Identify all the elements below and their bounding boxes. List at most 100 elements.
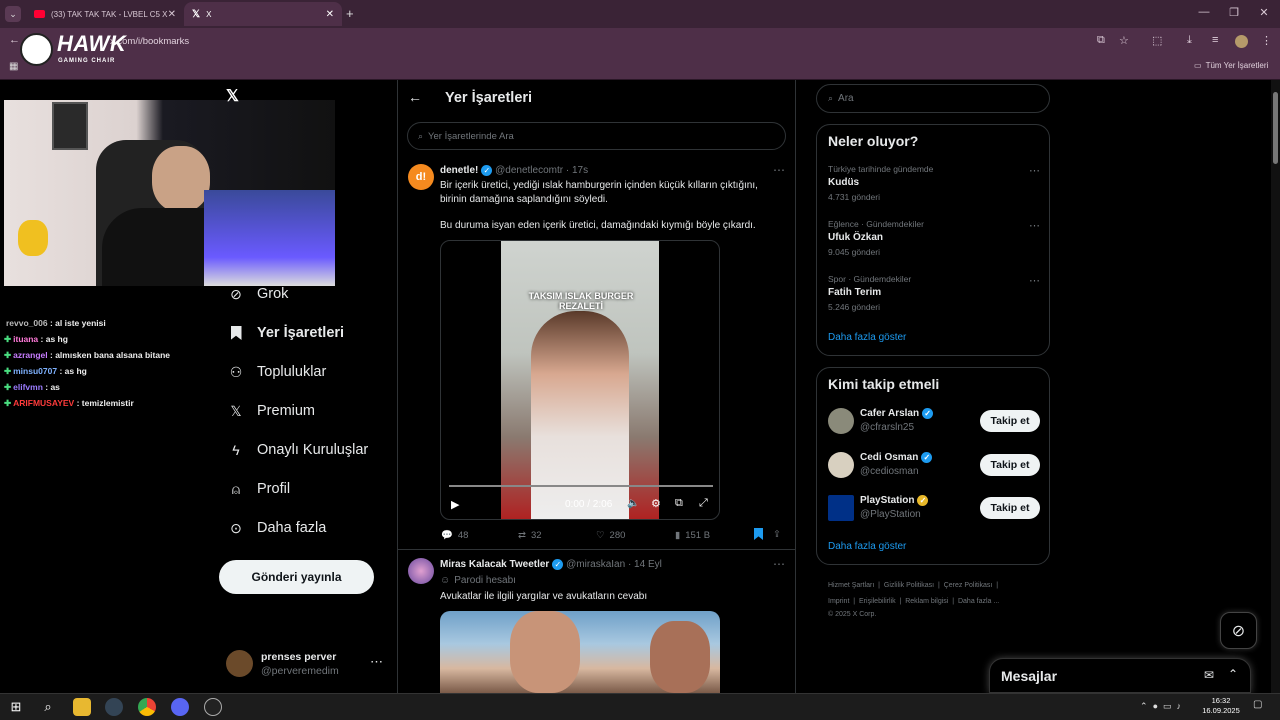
trend-item[interactable]: Türkiye tarihinde gündemde Kudüs 4.731 gön… <box>828 164 1040 212</box>
tweet-author-name[interactable]: denetle! <box>440 165 478 176</box>
tweet-avatar[interactable] <box>408 558 434 584</box>
chat-username[interactable]: azrangel <box>13 350 48 360</box>
like-button[interactable]: ♡ 280 <box>596 530 625 541</box>
notifications-icon[interactable]: ▢ <box>1253 699 1262 710</box>
tweet-avatar[interactable]: d! <box>408 164 434 190</box>
media-icon[interactable]: ≡ <box>1212 34 1218 46</box>
tweet-time[interactable]: · 17s <box>566 165 588 176</box>
nav-item-4[interactable]: ϟ Onaylı Kuruluşlar <box>228 437 368 463</box>
trend-item[interactable]: Eğlence · Gündemdekiler Ufuk Özkan 9.045 g… <box>828 219 1040 267</box>
all-bookmarks-folder[interactable]: ▭ Tüm Yer İşaretleri <box>1194 61 1268 70</box>
star-icon[interactable]: ☆ <box>1119 34 1129 47</box>
fullscreen-icon[interactable]: ⤢ <box>699 497 708 510</box>
scrollbar-thumb[interactable] <box>1273 92 1278 164</box>
windows-start-icon[interactable]: ⊞ <box>7 698 25 716</box>
follow-name[interactable]: Cafer Arslan <box>860 408 919 419</box>
trend-more-icon[interactable]: ⋯ <box>1029 164 1040 177</box>
nav-item-5[interactable]: ⍝ Profil <box>228 476 290 502</box>
follow-button[interactable]: Takip et <box>980 453 1040 476</box>
bookmark-filled-icon[interactable] <box>754 528 763 540</box>
search-input[interactable]: ⌕ Ara <box>816 84 1050 113</box>
footer-link[interactable]: Gizlilik Politikası <box>884 582 934 589</box>
follow-suggestion[interactable]: Cedi Osman ✓ @cediosman Takip et <box>828 451 1040 481</box>
network-icon[interactable]: ▭ <box>1163 701 1172 711</box>
chat-username[interactable]: elifvmn <box>13 382 43 392</box>
minimize-icon[interactable]: — <box>1194 6 1214 18</box>
new-tab-button[interactable]: + <box>346 6 354 21</box>
tweet-author-handle[interactable]: @miraskaIan <box>566 559 625 570</box>
bookmarks-search-input[interactable]: ⌕ Yer İşaretlerinde Ara <box>407 122 786 150</box>
nav-item-3[interactable]: 𝕏 Premium <box>228 398 315 424</box>
follow-name[interactable]: PlayStation <box>860 495 914 506</box>
reply-button[interactable]: 💬 48 <box>441 530 468 541</box>
obs-icon[interactable] <box>204 698 222 716</box>
app-icon[interactable] <box>105 698 123 716</box>
follow-suggestion[interactable]: PlayStation ✓ @PlayStation Takip et <box>828 494 1040 524</box>
browser-tab-x[interactable]: 𝕏 X ✕ <box>184 2 342 26</box>
profile-avatar[interactable] <box>1235 35 1248 48</box>
x-logo-icon[interactable]: 𝕏 <box>226 86 239 106</box>
tweet-video[interactable]: TAKSIM ISLAK BURGER REZALETİ ▶ 0:00 / 2:… <box>440 240 720 520</box>
tab-search-button[interactable]: ⌄ <box>5 6 21 22</box>
retweet-button[interactable]: ⇄ 32 <box>518 530 542 541</box>
speaker-icon[interactable]: ♪ <box>1177 701 1182 711</box>
account-more-icon[interactable]: ⋯ <box>370 654 383 670</box>
chat-username[interactable]: minsu0707 <box>13 366 57 376</box>
browser-tab-youtube[interactable]: (33) TAK TAK TAK - LVBEL C5 X ✕ <box>26 2 184 26</box>
tweet-more-icon[interactable]: ⋯ <box>773 557 785 571</box>
expand-up-icon[interactable]: ⌃ <box>1228 667 1238 681</box>
apps-grid-icon[interactable]: ▦ <box>9 61 18 72</box>
account-switcher[interactable]: prenses perver @perveremedim ⋯ <box>226 648 386 680</box>
footer-link[interactable]: Erişilebilirlik <box>859 598 896 605</box>
nav-item-1[interactable]: Yer İşaretleri <box>228 320 344 346</box>
tweet-author-name[interactable]: Miras Kalacak Tweetler <box>440 559 549 570</box>
trend-more-icon[interactable]: ⋯ <box>1029 219 1040 232</box>
mic-icon[interactable]: ● <box>1153 701 1158 711</box>
download-icon[interactable]: ⤓ <box>1187 34 1192 47</box>
tweet-more-icon[interactable]: ⋯ <box>773 163 785 177</box>
trend-more-icon[interactable]: ⋯ <box>1029 274 1040 287</box>
footer-link[interactable]: Reklam bilgisi <box>905 598 948 605</box>
follow-avatar[interactable] <box>828 408 854 434</box>
pip-icon[interactable]: ⧉ <box>675 497 683 510</box>
volume-icon[interactable]: 🔈 <box>627 498 639 509</box>
tray-arrow-icon[interactable]: ⌃ <box>1140 701 1148 711</box>
tweet-time[interactable]: · 14 Eyl <box>628 559 662 570</box>
play-icon[interactable]: ▶ <box>451 498 459 511</box>
follow-suggestion[interactable]: Cafer Arslan ✓ @cfrarsln25 Takip et <box>828 407 1040 437</box>
video-progress-track[interactable] <box>449 485 713 487</box>
new-message-icon[interactable]: ✉ <box>1204 668 1214 682</box>
views-button[interactable]: ▮ 151 B <box>675 530 710 541</box>
cast-icon[interactable]: ⧉ <box>1097 34 1105 47</box>
chat-username[interactable]: revvo_006 <box>6 318 48 328</box>
follow-avatar[interactable] <box>828 495 854 521</box>
footer-link[interactable]: Imprint <box>828 598 849 605</box>
footer-link[interactable]: Daha fazla ... <box>958 598 999 605</box>
chat-username[interactable]: ituana <box>13 334 38 344</box>
restore-icon[interactable]: ❐ <box>1224 6 1244 19</box>
trend-item[interactable]: Spor · Gündemdekiler Fatih Terim 5.246 gön… <box>828 274 1040 322</box>
page-scrollbar[interactable] <box>1271 80 1280 693</box>
follow-name[interactable]: Cedi Osman <box>860 452 918 463</box>
chrome-icon[interactable] <box>138 698 156 716</box>
settings-icon[interactable]: ⚙ <box>651 497 661 510</box>
follow-button[interactable]: Takip et <box>980 497 1040 519</box>
close-tab-icon[interactable]: ✕ <box>326 9 334 20</box>
follow-show-more[interactable]: Daha fazla göster <box>828 541 906 552</box>
footer-link[interactable]: Çerez Politikası <box>944 582 993 589</box>
taskbar-clock[interactable]: 16:32 16.09.2025 <box>1200 696 1242 716</box>
tweet-author-handle[interactable]: @denetlecomtr <box>495 165 563 176</box>
close-tab-icon[interactable]: ✕ <box>168 9 176 20</box>
back-arrow-icon[interactable]: ← <box>408 89 422 105</box>
footer-link[interactable]: Hizmet Şartları <box>828 582 874 589</box>
chat-username[interactable]: ARIFMUSAYEV <box>13 398 74 408</box>
messages-drawer[interactable]: Mesajlar ✉ ⌃ <box>989 658 1251 693</box>
nav-item-0[interactable]: ⊘ Grok <box>228 281 288 307</box>
follow-button[interactable]: Takip et <box>980 410 1040 432</box>
close-window-icon[interactable]: ✕ <box>1254 6 1274 19</box>
discord-icon[interactable] <box>171 698 189 716</box>
extensions-icon[interactable]: ⬚ <box>1152 34 1162 47</box>
menu-kebab-icon[interactable]: ⋮ <box>1261 34 1272 47</box>
grok-floating-button[interactable]: ⊘ <box>1220 612 1257 649</box>
tweet-video[interactable] <box>440 611 720 693</box>
